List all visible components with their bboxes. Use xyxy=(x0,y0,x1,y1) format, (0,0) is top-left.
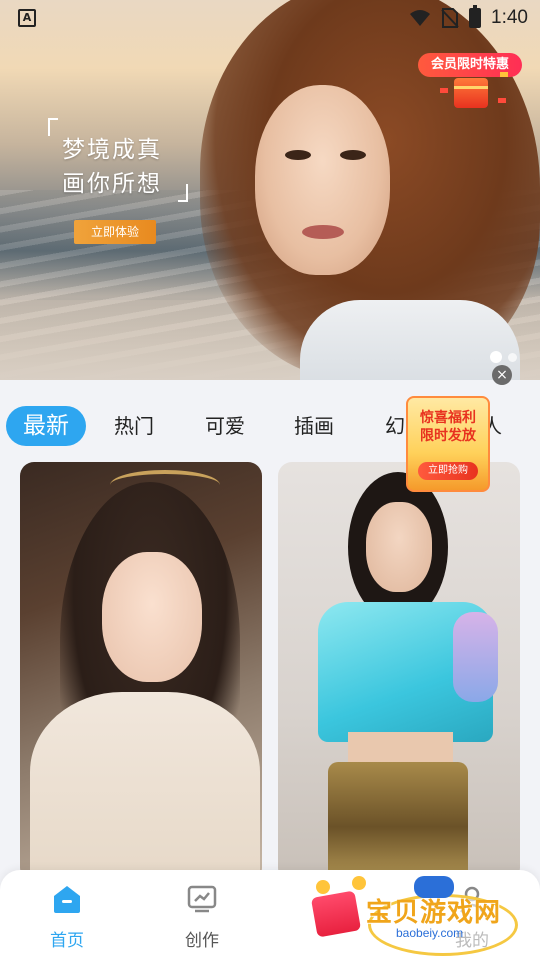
wifi-icon xyxy=(410,10,431,26)
try-now-button[interactable]: 立即体验 xyxy=(74,220,156,244)
battery-charging-icon xyxy=(469,5,482,28)
tab-fantasy[interactable]: 幻 xyxy=(385,406,405,446)
nav-home-label: 首页 xyxy=(50,931,84,951)
status-bar: A 1:40 xyxy=(0,0,540,36)
banner-model-eye xyxy=(340,150,366,160)
banner-model-lips xyxy=(302,225,344,239)
carousel-dot-active xyxy=(490,351,502,363)
gallery-card[interactable] xyxy=(278,462,520,882)
create-chart-icon xyxy=(187,885,217,913)
carousel-dot xyxy=(508,353,517,362)
tab-cute[interactable]: 可爱 xyxy=(205,406,245,446)
card-model-sweater xyxy=(30,692,260,882)
tab-latest[interactable]: 最新 xyxy=(6,406,86,446)
banner-model-eye xyxy=(285,150,311,160)
slogan-line-1: 梦境成真 xyxy=(62,137,162,163)
coin-icon xyxy=(352,876,366,890)
notification-a-icon: A xyxy=(18,9,36,27)
watermark-brand: 宝贝游戏网 xyxy=(366,898,502,928)
banner-model-face xyxy=(255,85,390,275)
nav-create-label: 创作 xyxy=(185,931,219,951)
no-sim-icon xyxy=(441,8,459,28)
card-model-sleeve xyxy=(453,612,498,702)
home-icon xyxy=(54,886,80,913)
red-envelope-icon xyxy=(310,890,362,938)
confetti-icon xyxy=(498,98,506,103)
card-model-face xyxy=(102,552,202,682)
status-icons: 1:40 xyxy=(409,5,528,30)
coin-icon xyxy=(316,880,330,894)
slogan-corner xyxy=(48,118,58,136)
tab-illustration[interactable]: 插画 xyxy=(294,406,334,446)
gallery-card[interactable] xyxy=(20,462,262,882)
promo-buy-button[interactable]: 立即抢购 xyxy=(418,462,478,480)
site-watermark: 宝贝游戏网 baobeiy.com xyxy=(300,868,530,960)
close-icon[interactable]: × xyxy=(492,365,512,385)
confetti-icon xyxy=(440,88,448,93)
banner-model-shirt xyxy=(300,300,520,380)
carousel-indicator xyxy=(490,351,517,363)
watermark-url: baobeiy.com xyxy=(396,926,464,940)
hero-banner[interactable]: 梦境成真 画你所想 立即体验 会员限时特惠 xyxy=(0,0,540,380)
promo-line-2: 限时发放 xyxy=(420,428,476,444)
confetti-icon xyxy=(500,72,508,77)
nav-create[interactable]: 创作 xyxy=(167,884,237,951)
card-model-face xyxy=(366,502,432,592)
tiara-accessory xyxy=(110,470,220,500)
promo-line-1: 惊喜福利 xyxy=(420,410,476,426)
tab-hot[interactable]: 热门 xyxy=(114,406,154,446)
slogan-corner xyxy=(178,184,188,202)
nav-home[interactable]: 首页 xyxy=(32,884,102,951)
gift-box-icon[interactable] xyxy=(454,78,488,108)
card-model-pants xyxy=(328,762,468,882)
clock: 1:40 xyxy=(491,7,528,28)
welfare-promo-widget[interactable]: 惊喜福利 限时发放 立即抢购 xyxy=(406,390,490,492)
slogan-line-2: 画你所想 xyxy=(62,171,162,197)
app-screen: 梦境成真 画你所想 立即体验 会员限时特惠 A 1:40 × 最新 热门 可爱 … xyxy=(0,0,540,960)
banner-slogan: 梦境成真 画你所想 xyxy=(48,118,188,202)
